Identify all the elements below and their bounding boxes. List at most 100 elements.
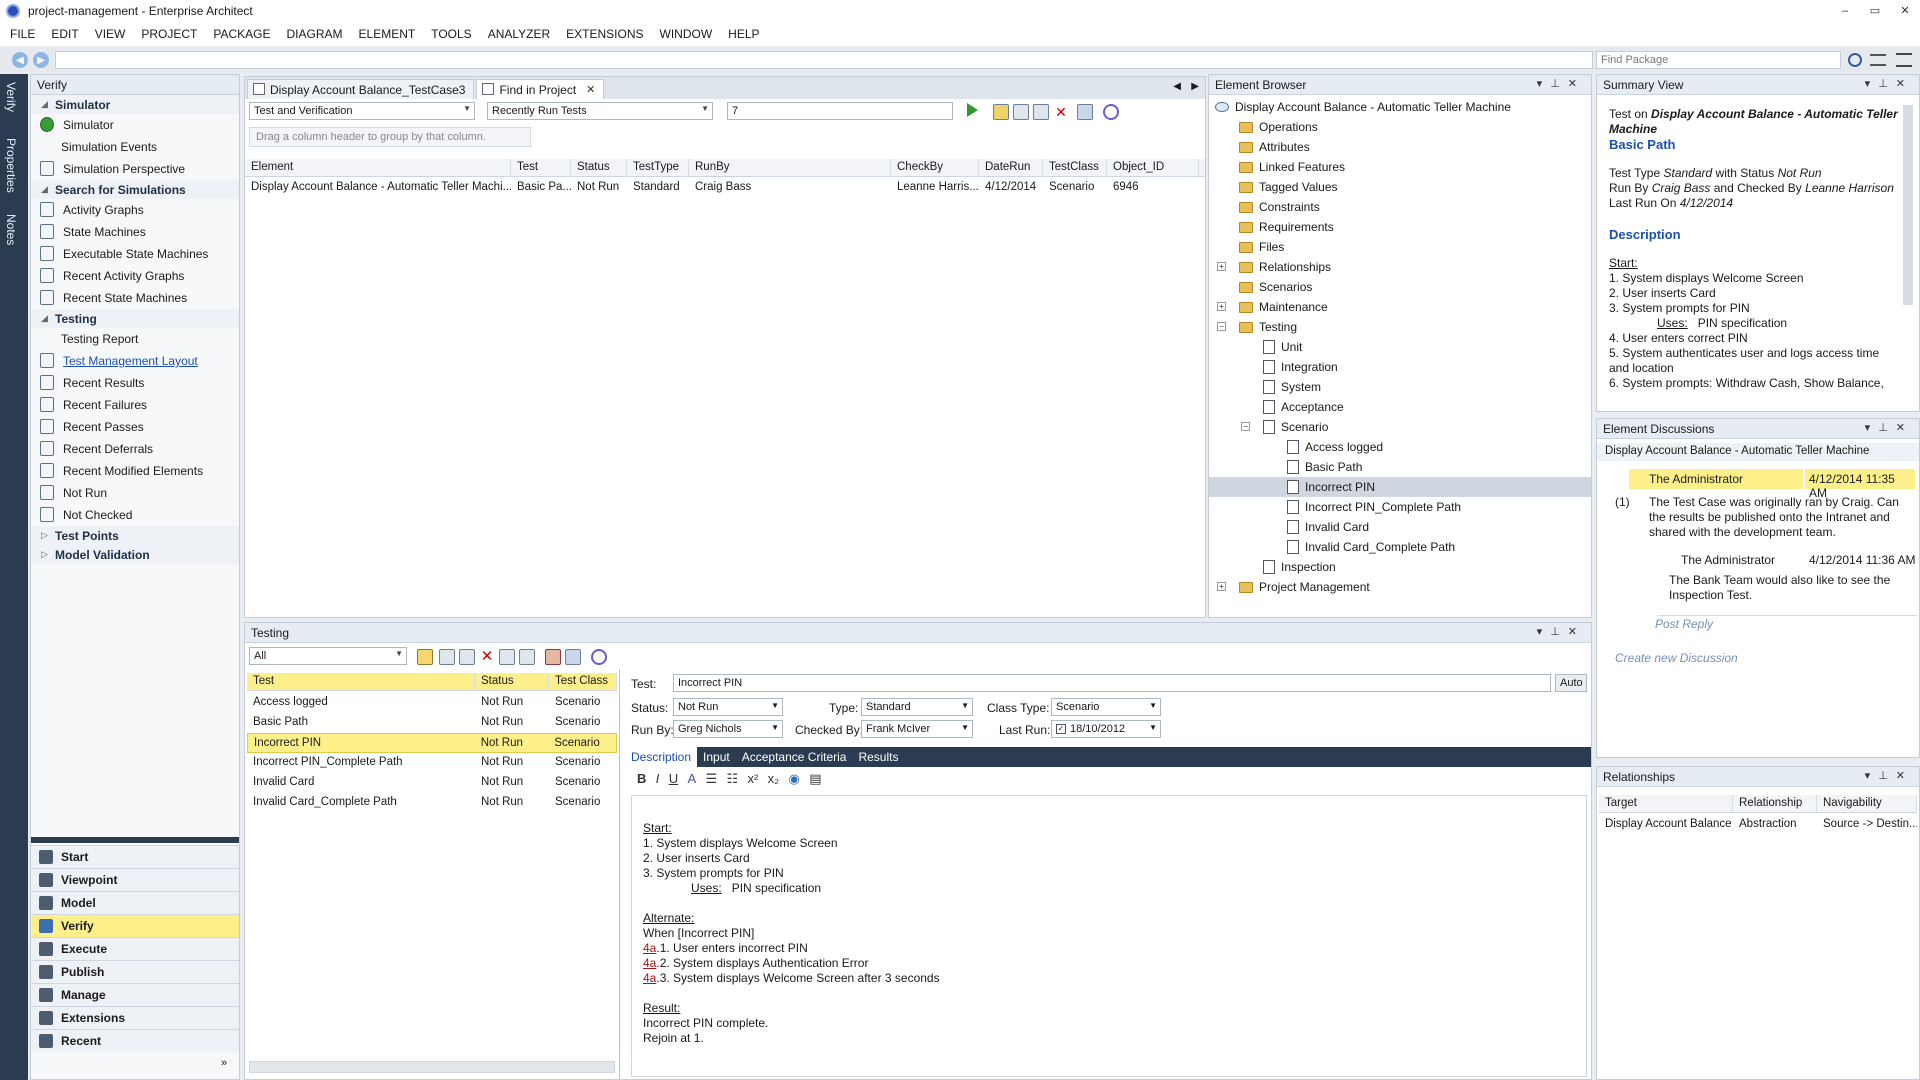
create-discussion-link[interactable]: Create new Discussion — [1615, 651, 1738, 665]
tree-root[interactable]: Display Account Balance - Automatic Tell… — [1215, 97, 1511, 117]
find-package-input[interactable]: Find Package — [1596, 51, 1841, 69]
type-select[interactable]: Standard ▼ — [861, 698, 973, 716]
expand-icon[interactable]: + — [1217, 582, 1226, 591]
item-recent-activity-graphs[interactable]: Recent Activity Graphs — [31, 265, 239, 287]
publish-button[interactable]: Publish — [31, 960, 239, 983]
search-builder-icon[interactable] — [993, 104, 1009, 120]
tree-node-basic-path[interactable]: Basic Path — [1287, 457, 1362, 477]
hamburger-menu-icon[interactable] — [1896, 53, 1912, 67]
menu-analyzer[interactable]: ANALYZER — [488, 27, 550, 41]
checked-by-select[interactable]: Frank McIver ▼ — [861, 720, 973, 738]
font-color-icon[interactable]: A — [687, 771, 696, 786]
col-element[interactable]: Element — [245, 159, 511, 176]
execute-button[interactable]: Execute — [31, 937, 239, 960]
search-icon[interactable] — [1848, 53, 1862, 67]
menu-element[interactable]: ELEMENT — [359, 27, 416, 41]
collapse-node-icon[interactable]: − — [1217, 322, 1226, 331]
auto-button[interactable]: Auto — [1555, 674, 1587, 692]
tests-horizontal-scrollbar[interactable] — [249, 1061, 615, 1073]
side-tab-notes[interactable]: Notes — [4, 214, 18, 245]
item-not-run[interactable]: Not Run — [31, 482, 239, 504]
menu-project[interactable]: PROJECT — [141, 27, 197, 41]
scroll-right-icon[interactable]: ▶ — [1191, 81, 1199, 92]
model-button[interactable]: Model — [31, 891, 239, 914]
tree-node-scenario[interactable]: − Scenario — [1241, 417, 1328, 437]
tree-node-files[interactable]: Files — [1239, 237, 1284, 257]
class-type-select[interactable]: Scenario ▼ — [1051, 698, 1161, 716]
item-not-checked[interactable]: Not Checked — [31, 504, 239, 526]
tree-node-scenarios[interactable]: Scenarios — [1239, 277, 1312, 297]
test-options-icon[interactable] — [565, 649, 581, 665]
table-row[interactable]: Display Account Balance Abstraction Sour… — [1599, 815, 1917, 835]
item-simulation-events[interactable]: Simulation Events — [31, 136, 239, 158]
tree-node-tagged-values[interactable]: Tagged Values — [1239, 177, 1338, 197]
tree-node-incorrect-pin-complete[interactable]: Incorrect PIN_Complete Path — [1287, 497, 1461, 517]
tree-node-constraints[interactable]: Constraints — [1239, 197, 1320, 217]
col-runby[interactable]: RunBy — [689, 159, 891, 176]
tree-node-requirements[interactable]: Requirements — [1239, 217, 1334, 237]
item-recent-failures[interactable]: Recent Failures — [31, 394, 239, 416]
menu-tools[interactable]: TOOLS — [431, 27, 471, 41]
menu-view[interactable]: VIEW — [95, 27, 126, 41]
tree-node-integration[interactable]: Integration — [1263, 357, 1338, 377]
item-activity-graphs[interactable]: Activity Graphs — [31, 199, 239, 221]
tree-node-relationships[interactable]: + Relationships — [1217, 257, 1331, 277]
collapse-node-icon[interactable]: − — [1241, 422, 1250, 431]
side-tab-properties[interactable]: Properties — [4, 138, 18, 193]
extensions-button[interactable]: Extensions — [31, 1006, 239, 1029]
table-row[interactable]: Invalid Card_Complete Path Not Run Scena… — [247, 793, 617, 813]
expand-icon[interactable]: + — [1217, 302, 1226, 311]
tree-node-linked-features[interactable]: Linked Features — [1239, 157, 1345, 177]
menu-extensions[interactable]: EXTENSIONS — [566, 27, 643, 41]
run-search-icon[interactable] — [967, 103, 978, 117]
address-input[interactable] — [55, 51, 1593, 69]
tab-input[interactable]: Input — [697, 747, 736, 767]
item-recent-modified-elements[interactable]: Recent Modified Elements — [31, 460, 239, 482]
help-icon[interactable] — [1103, 104, 1119, 120]
col-status[interactable]: Status — [571, 159, 627, 176]
tree-node-inspection[interactable]: Inspection — [1263, 557, 1336, 577]
testing-filter-select[interactable]: All ▼ — [249, 647, 407, 665]
discussion-element-select[interactable]: Display Account Balance - Automatic Tell… — [1597, 443, 1919, 461]
close-tab-icon[interactable]: ✕ — [586, 83, 595, 96]
menu-window[interactable]: WINDOW — [660, 27, 713, 41]
menu-help[interactable]: HELP — [728, 27, 759, 41]
bold-icon[interactable]: B — [637, 771, 646, 786]
viewpoint-button[interactable]: Viewpoint — [31, 868, 239, 891]
subscript-icon[interactable]: x₂ — [768, 771, 780, 786]
table-row[interactable]: Display Account Balance - Automatic Tell… — [245, 178, 1205, 198]
superscript-icon[interactable]: x² — [747, 771, 758, 786]
scope-select[interactable]: Test and Verification ▼ — [249, 102, 475, 120]
summary-scrollbar[interactable] — [1903, 105, 1913, 305]
section-simulator[interactable]: ◢ Simulator — [31, 95, 239, 114]
new-test-icon[interactable] — [417, 649, 433, 665]
col-testclass[interactable]: TestClass — [1043, 159, 1107, 176]
scroll-left-icon[interactable]: ◀ — [1173, 81, 1181, 92]
splitter-handle[interactable] — [31, 837, 239, 843]
item-recent-state-machines[interactable]: Recent State Machines — [31, 287, 239, 309]
delete-test-icon[interactable]: ✕ — [479, 649, 495, 665]
testing-help-icon[interactable] — [591, 649, 607, 665]
import-icon[interactable] — [545, 649, 561, 665]
menu-diagram[interactable]: DIAGRAM — [287, 27, 343, 41]
tab-acceptance-criteria[interactable]: Acceptance Criteria — [736, 747, 853, 767]
tree-node-incorrect-pin[interactable]: Incorrect PIN — [1209, 477, 1591, 497]
tree-node-maintenance[interactable]: + Maintenance — [1217, 297, 1328, 317]
test-name-input[interactable]: Incorrect PIN — [673, 674, 1551, 692]
tab-description[interactable]: Description — [625, 747, 698, 767]
item-recent-results[interactable]: Recent Results — [31, 372, 239, 394]
tree-node-acceptance[interactable]: Acceptance — [1263, 397, 1344, 417]
discussion-author[interactable]: The Administrator — [1629, 469, 1803, 489]
minimize-button[interactable]: – — [1830, 0, 1860, 22]
browse-icon[interactable] — [1870, 54, 1886, 66]
tree-node-testing[interactable]: − Testing — [1217, 317, 1297, 337]
table-row[interactable]: Incorrect PIN_Complete Path Not Run Scen… — [247, 753, 617, 773]
tree-node-attributes[interactable]: Attributes — [1239, 137, 1310, 157]
tree-node-project-management[interactable]: + Project Management — [1217, 577, 1370, 597]
tab-testcase3[interactable]: Display Account Balance_TestCase3 — [247, 79, 475, 99]
italic-icon[interactable]: I — [656, 771, 660, 786]
search-select[interactable]: Recently Run Tests ▼ — [487, 102, 713, 120]
expand-icon[interactable]: + — [1217, 262, 1226, 271]
search-term-input[interactable]: 7 — [727, 102, 953, 120]
maximize-button[interactable]: ▭ — [1860, 0, 1890, 22]
